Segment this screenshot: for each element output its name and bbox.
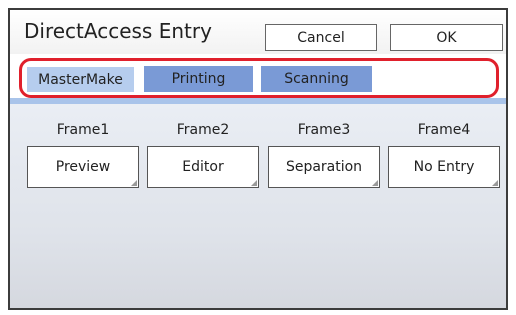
frame1-button[interactable]: Preview (27, 146, 139, 188)
frame1-label: Frame1 (56, 122, 110, 138)
tab-underline (10, 98, 506, 104)
frame2-corner-mark (251, 180, 257, 186)
frame2-button[interactable]: Editor (147, 146, 259, 188)
frame4-value: No Entry (413, 159, 475, 175)
cancel-button[interactable]: Cancel (265, 24, 377, 51)
dialog-title: DirectAccess Entry (24, 19, 212, 43)
directaccess-entry-dialog: DirectAccess Entry Cancel OK MasterMake … (8, 8, 508, 310)
frame3-label: Frame3 (297, 122, 351, 138)
frame3-value: Separation (285, 159, 363, 175)
tab-bar: MasterMake Printing Scanning (10, 54, 506, 98)
tab-highlight-outline (19, 58, 499, 98)
frame2-label: Frame2 (176, 122, 230, 138)
ok-button[interactable]: OK (390, 24, 503, 51)
frame3-button[interactable]: Separation (268, 146, 380, 188)
frame1-value: Preview (55, 159, 111, 175)
frame2-value: Editor (182, 159, 224, 175)
dialog-header: DirectAccess Entry Cancel OK (10, 10, 506, 54)
dialog-content: MasterMake Printing Scanning Frame1 Fram… (10, 54, 506, 308)
frame4-button[interactable]: No Entry (388, 146, 500, 188)
frame4-corner-mark (492, 180, 498, 186)
frame4-label: Frame4 (417, 122, 471, 138)
frame3-corner-mark (372, 180, 378, 186)
frame1-corner-mark (131, 180, 137, 186)
